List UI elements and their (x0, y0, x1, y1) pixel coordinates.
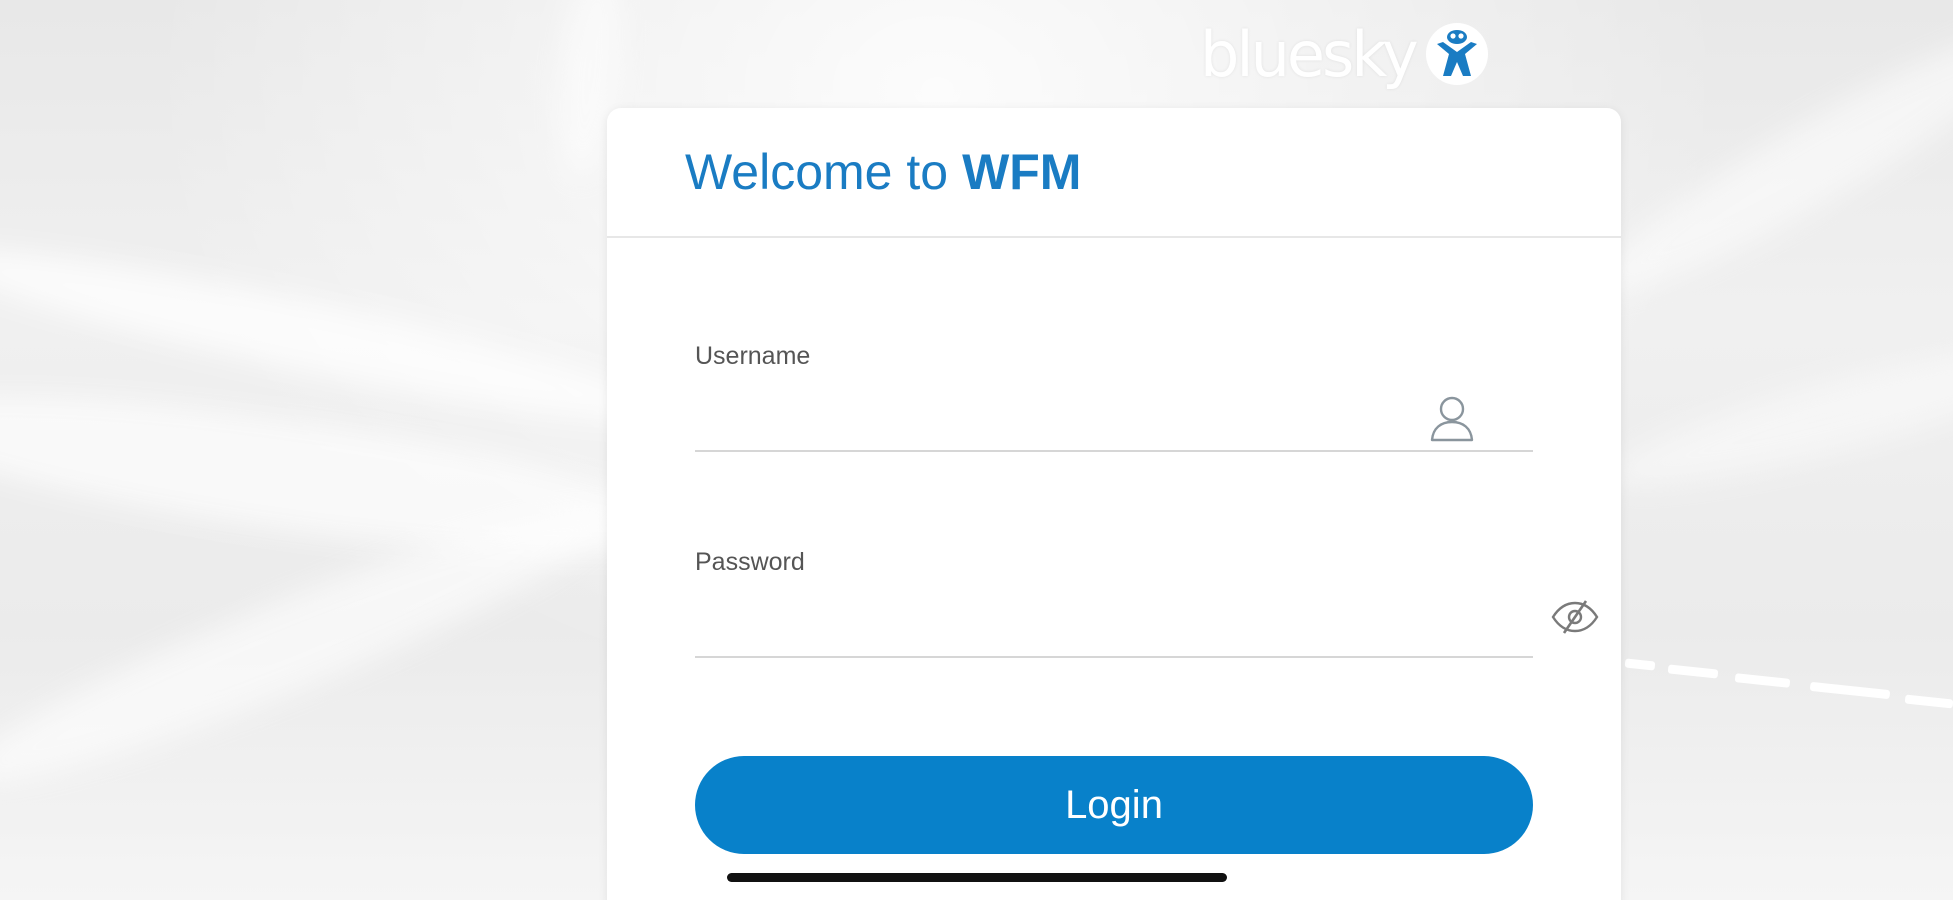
eye-slash-icon[interactable] (1550, 598, 1600, 636)
title-app-name: WFM (962, 144, 1082, 200)
password-field: Password (695, 548, 1533, 660)
page-title: Welcome to WFM (685, 143, 1081, 201)
logo-text: bluesky (1200, 17, 1419, 91)
title-prefix: Welcome to (685, 144, 949, 200)
bluesky-logo: bluesky (1200, 14, 1488, 94)
bluesky-mascot-icon (1425, 23, 1488, 85)
user-icon (1425, 390, 1479, 444)
username-label: Username (695, 342, 811, 370)
username-underline (695, 450, 1533, 452)
password-label: Password (695, 548, 805, 576)
password-input[interactable] (695, 604, 1435, 648)
username-field: Username (695, 342, 1533, 454)
login-card: Welcome to WFM Username Password Login (607, 108, 1621, 900)
username-input[interactable] (695, 398, 1435, 442)
password-underline (695, 656, 1533, 658)
login-button[interactable]: Login (695, 756, 1533, 854)
card-header: Welcome to WFM (607, 108, 1621, 238)
home-indicator (727, 873, 1227, 882)
